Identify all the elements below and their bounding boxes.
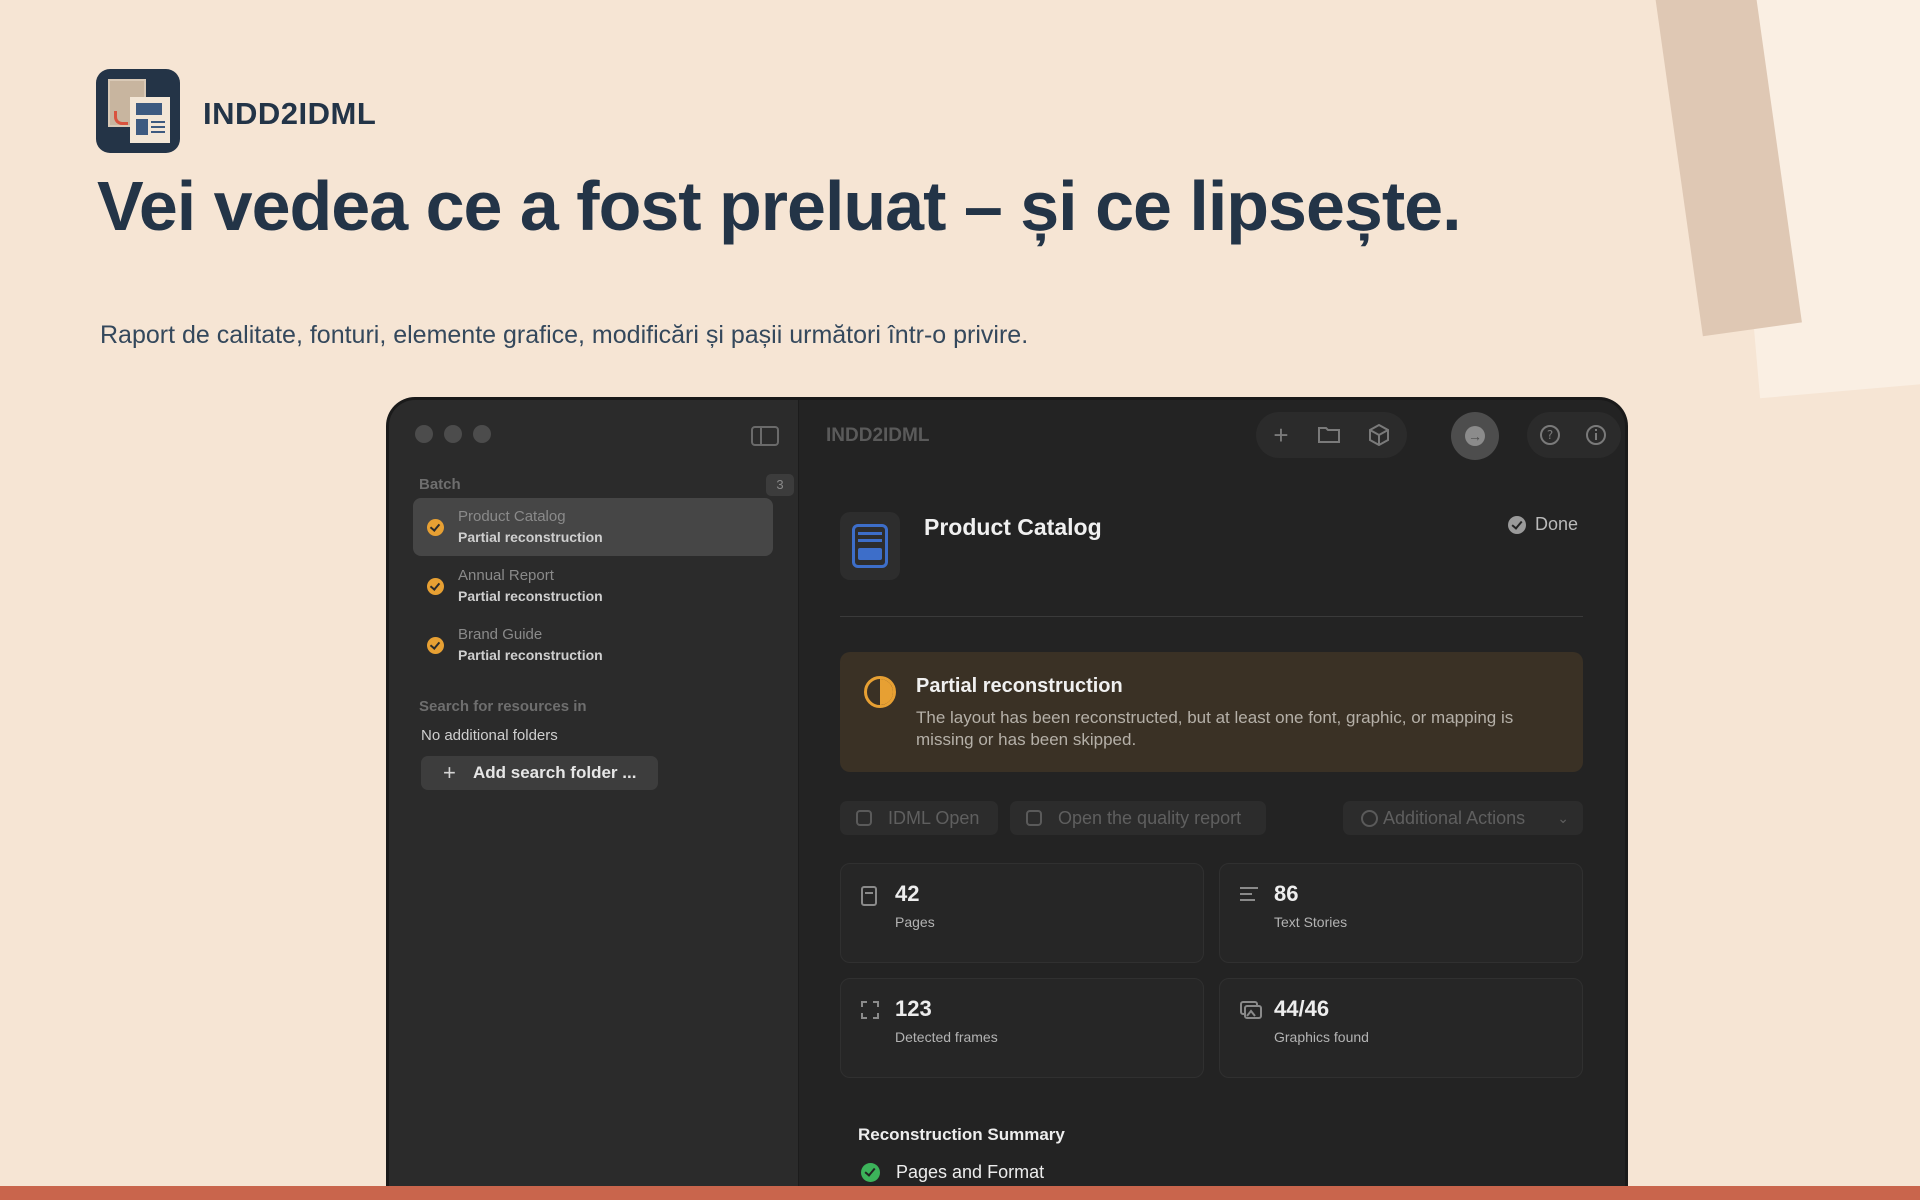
additional-actions-dropdown[interactable]: Additional Actions ⌄ bbox=[1343, 801, 1583, 835]
stat-value: 123 bbox=[895, 996, 932, 1021]
app-name: INDD2IDML bbox=[203, 96, 377, 131]
info-icon[interactable] bbox=[1585, 424, 1607, 446]
status-text: Done bbox=[1535, 514, 1579, 534]
app-window: Batch 3 Product Catalog Partial reconstr… bbox=[389, 400, 1625, 1200]
svg-text:?: ? bbox=[1547, 428, 1553, 442]
document-title: Product Catalog bbox=[924, 514, 1102, 540]
batch-item-status: Partial reconstruction bbox=[458, 588, 603, 604]
add-search-folder-label: Add search folder ... bbox=[473, 763, 637, 782]
images-icon bbox=[1240, 1001, 1262, 1021]
sidebar: Batch 3 Product Catalog Partial reconstr… bbox=[389, 400, 799, 1200]
sidebar-toggle-icon[interactable] bbox=[751, 426, 779, 446]
status-badge: Done bbox=[1508, 514, 1578, 535]
alert-title: Partial reconstruction bbox=[916, 675, 1123, 697]
window-title: INDD2IDML bbox=[826, 425, 930, 446]
done-check-icon bbox=[1508, 516, 1526, 534]
batch-item-status: Partial reconstruction bbox=[458, 647, 603, 663]
batch-count-badge: 3 bbox=[766, 474, 794, 496]
package-icon[interactable] bbox=[1368, 423, 1390, 447]
chevron-down-icon: ⌄ bbox=[1557, 810, 1569, 826]
alert-body: The layout has been reconstructed, but a… bbox=[916, 708, 1514, 749]
additional-actions-label: Additional Actions bbox=[1383, 808, 1526, 828]
add-icon[interactable]: + bbox=[1270, 422, 1292, 448]
batch-item-status: Partial reconstruction bbox=[458, 529, 603, 545]
page-icon bbox=[861, 886, 879, 906]
toolbar-group-files: + bbox=[1256, 412, 1407, 458]
idml-open-button[interactable]: IDML Open bbox=[840, 801, 998, 835]
batch-item-annual-report[interactable]: Annual Report Partial reconstruction bbox=[413, 557, 773, 615]
bottom-accent-bar bbox=[0, 1186, 1920, 1200]
batch-label: Batch bbox=[419, 476, 461, 493]
window-minimize-button[interactable] bbox=[444, 425, 462, 443]
text-lines-icon bbox=[1240, 886, 1258, 906]
summary-title: Reconstruction Summary bbox=[858, 1125, 1065, 1144]
stat-value: 86 bbox=[1274, 881, 1299, 906]
success-check-icon bbox=[861, 1163, 880, 1182]
stat-card-graphics: 44/46 Graphics found bbox=[1219, 978, 1583, 1078]
idml-open-label: IDML Open bbox=[888, 808, 980, 828]
stat-label: Graphics found bbox=[1274, 1029, 1369, 1045]
summary-item-label: Pages and Format bbox=[896, 1162, 1045, 1182]
quality-report-button[interactable]: Open the quality report bbox=[1010, 801, 1266, 835]
window-close-button[interactable] bbox=[415, 425, 433, 443]
ellipsis-circle-icon bbox=[1361, 810, 1378, 827]
plus-icon: + bbox=[443, 760, 456, 785]
stat-card-pages: 42 Pages bbox=[840, 863, 1204, 963]
batch-item-title: Brand Guide bbox=[458, 626, 543, 643]
app-logo-icon bbox=[96, 69, 180, 153]
divider bbox=[840, 616, 1583, 617]
main-pane: INDD2IDML + → ? Product Catalog Done Par… bbox=[799, 400, 1625, 1200]
batch-item-title: Annual Report bbox=[458, 567, 554, 584]
partial-reconstruction-alert: Partial reconstruction The layout has be… bbox=[840, 652, 1583, 772]
stat-card-frames: 123 Detected frames bbox=[840, 978, 1204, 1078]
hero-headline: Vei vedea ce a fost preluat – și ce lips… bbox=[97, 167, 1462, 245]
frame-icon bbox=[861, 1001, 879, 1021]
stat-label: Detected frames bbox=[895, 1029, 998, 1045]
search-resources-label: Search for resources in bbox=[419, 698, 587, 715]
partial-check-icon bbox=[427, 637, 444, 654]
stat-label: Text Stories bbox=[1274, 914, 1348, 930]
convert-button[interactable]: → bbox=[1451, 412, 1499, 460]
toolbar-group-help: ? bbox=[1527, 412, 1621, 458]
batch-item-title: Product Catalog bbox=[458, 508, 566, 525]
stat-value: 44/46 bbox=[1274, 996, 1330, 1021]
batch-item-brand-guide[interactable]: Brand Guide Partial reconstruction bbox=[413, 616, 773, 674]
partial-check-icon bbox=[427, 519, 444, 536]
partial-check-icon bbox=[427, 578, 444, 595]
window-zoom-button[interactable] bbox=[473, 425, 491, 443]
add-search-folder-button[interactable]: + Add search folder ... bbox=[421, 756, 658, 790]
document-icon bbox=[840, 512, 900, 580]
batch-item-product-catalog[interactable]: Product Catalog Partial reconstruction bbox=[413, 498, 773, 556]
help-icon[interactable]: ? bbox=[1539, 424, 1561, 446]
summary-item: Pages and Format bbox=[858, 1162, 1044, 1183]
half-circle-icon bbox=[864, 676, 896, 708]
no-folders-text: No additional folders bbox=[421, 727, 558, 744]
arrow-right-icon: → bbox=[1465, 426, 1485, 446]
open-external-icon bbox=[856, 810, 872, 826]
stat-card-text-stories: 86 Text Stories bbox=[1219, 863, 1583, 963]
quality-report-label: Open the quality report bbox=[1058, 808, 1242, 828]
stat-label: Pages bbox=[895, 914, 935, 930]
stat-value: 42 bbox=[895, 881, 920, 906]
report-icon bbox=[1026, 810, 1042, 826]
hero-subline: Raport de calitate, fonturi, elemente gr… bbox=[100, 321, 1029, 349]
folder-icon[interactable] bbox=[1318, 424, 1340, 446]
